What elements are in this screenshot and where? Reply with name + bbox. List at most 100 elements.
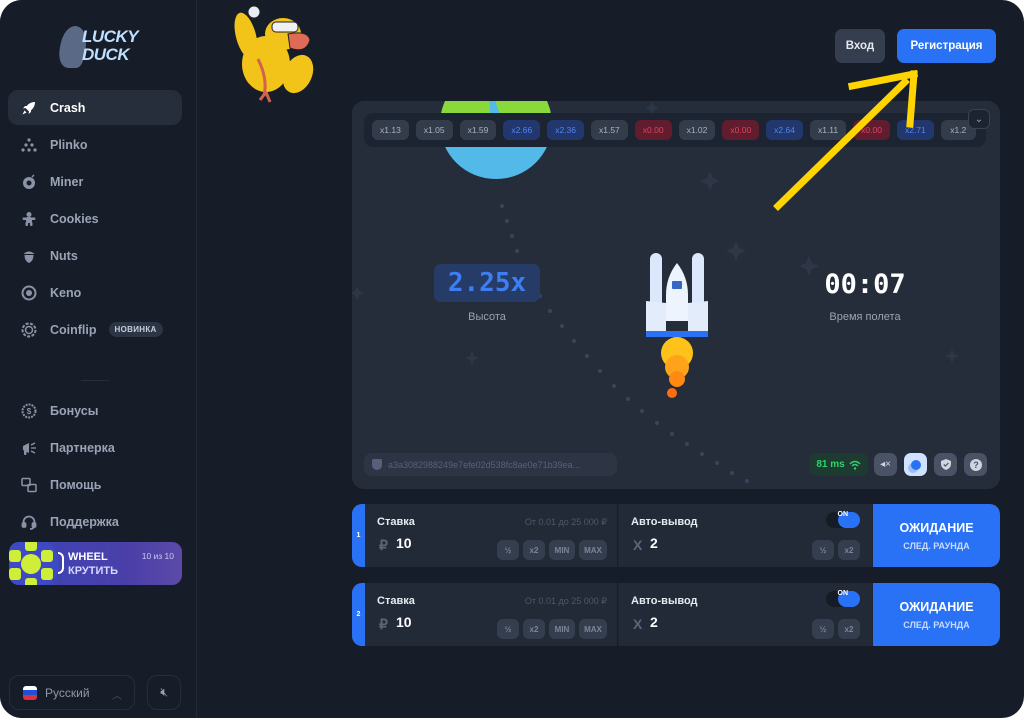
history-multiplier-chip[interactable]: x0.00 [634,120,672,140]
sidebar-item-plinko[interactable]: Plinko [8,127,182,162]
stake-half-button[interactable]: ½ [497,540,519,560]
stake-max-button[interactable]: MAX [579,619,607,639]
stake-label: Ставка [377,595,415,607]
games-nav: Crash Plinko Miner Cookies Nuts Keno Coi… [8,90,182,349]
history-multiplier-chip[interactable]: x1.11 [809,120,847,140]
fairness-button[interactable] [934,453,957,476]
sidebar-item-label: Keno [50,285,82,300]
place-bet-button[interactable]: ОЖИДАНИЕ СЛЕД. РАУНДА [873,583,1000,646]
history-multiplier-chip[interactable]: x2.71 [896,120,934,140]
history-multiplier-chip[interactable]: x1.02 [678,120,716,140]
sidebar-item-bonuses[interactable]: $ Бонусы [8,393,182,428]
expand-history-button[interactable]: ⌄ [968,109,990,129]
language-selector[interactable]: Русский ︿ [9,675,135,710]
sidebar-item-keno[interactable]: Keno [8,275,182,310]
ping-indicator: 81 ms [809,453,868,476]
wheel-action: КРУТИТЬ [68,565,118,577]
stake-min-button[interactable]: MIN [549,619,575,639]
current-multiplier: 2.25x [434,264,540,302]
svg-text:?: ? [973,460,979,470]
history-multiplier-chip[interactable]: x2.36 [547,120,584,140]
sidebar-item-help[interactable]: Помощь [8,467,182,502]
auto-double-button[interactable]: x2 [838,619,860,639]
place-bet-button[interactable]: ОЖИДАНИЕ СЛЕД. РАУНДА [873,504,1000,567]
sidebar-item-partners[interactable]: Партнерка [8,430,182,465]
app-window: LUCKY DUCK Crash Plinko Miner Cookies Nut… [0,0,1024,718]
sidebar-item-label: Nuts [50,248,78,263]
sidebar-item-crash[interactable]: Crash [8,90,182,125]
stake-half-button[interactable]: ½ [497,619,519,639]
fortune-wheel-icon [9,542,59,585]
sidebar-item-label: Партнерка [50,440,115,455]
wheel-spins-count: 10 из 10 [141,551,174,561]
game-sound-button[interactable]: ◂× [874,453,897,476]
toggle-state: ON [837,511,849,518]
auto-cashout-input[interactable]: 2 [650,614,658,630]
auto-cashout-toggle[interactable]: ON [826,590,860,607]
stake-double-button[interactable]: x2 [523,619,545,639]
provably-fair-hash[interactable]: a3a3082988249e7efe02d538fc8ae0e71b39ea..… [364,453,617,476]
coin-icon [20,321,38,339]
shield-icon [372,459,382,470]
multiplier-x-icon: X [633,537,643,553]
sound-toggle-button[interactable]: 🔇︎ [147,675,181,710]
ruble-icon: ₽ [379,616,388,632]
new-badge: НОВИНКА [108,322,163,337]
divider [81,380,109,381]
stake-amount-input[interactable]: 10 [396,535,412,551]
stake-double-button[interactable]: x2 [523,540,545,560]
flight-timer: 00:07 [824,269,906,300]
auto-cashout-toggle[interactable]: ON [826,511,860,528]
history-multiplier-chip[interactable]: x0.00 [853,120,890,140]
animation-toggle-button[interactable] [904,453,927,476]
history-multiplier-chip[interactable]: x2.66 [503,120,541,140]
stake-range: От 0.01 до 25 000 ₽ [524,596,607,606]
sidebar-item-label: Поддержка [50,514,119,529]
lucky-duck-logo[interactable]: LUCKY DUCK [55,24,139,74]
login-button[interactable]: Вход [835,29,885,63]
sidebar-item-support[interactable]: Поддержка [8,504,182,539]
history-multiplier-chip[interactable]: x1.59 [459,120,497,140]
logo-line1: LUCKY [82,27,139,46]
multiplier-label: Высота [468,311,506,323]
history-multiplier-chip[interactable]: x1.57 [590,120,628,140]
bet-slot-tab[interactable]: 1 [352,504,365,567]
stake-section: Ставка От 0.01 до 25 000 ₽ ₽ 10 ½ x2 MIN MA… [365,583,618,646]
help-chat-icon [20,476,38,494]
stake-amount-input[interactable]: 10 [396,614,412,630]
sidebar-item-cookies[interactable]: Cookies [8,201,182,236]
russian-flag-icon [23,685,37,700]
help-button[interactable]: ? [964,453,987,476]
bet-button-subtitle: СЛЕД. РАУНДА [903,540,970,551]
auto-cashout-input[interactable]: 2 [650,535,658,551]
gingerbread-icon [20,210,38,228]
multiplier-x-icon: X [633,616,643,632]
history-multiplier-chip[interactable]: x1.05 [415,120,453,140]
sidebar-item-miner[interactable]: Miner [8,164,182,199]
auto-double-button[interactable]: x2 [838,540,860,560]
keno-ball-icon [20,284,38,302]
stake-min-button[interactable]: MIN [549,540,575,560]
ping-value: 81 ms [816,459,845,470]
auto-cashout-label: Авто-вывод [631,516,698,528]
history-multiplier-chip[interactable]: x0.00 [722,120,760,140]
auto-half-button[interactable]: ½ [812,619,834,639]
history-multiplier-chip[interactable]: x2.64 [766,120,803,140]
bet-slot-tab[interactable]: 2 [352,583,365,646]
history-multiplier-chip[interactable]: x1.13 [372,120,409,140]
auto-half-button[interactable]: ½ [812,540,834,560]
register-button[interactable]: Регистрация [897,29,996,63]
crash-game-area: x1.13 x1.05 x1.59 x2.66 x2.36 x1.57 x0.00 x1.02… [352,101,1000,489]
bet-panel: 1 Ставка От 0.01 до 25 000 ₽ ₽ 10 ½ x2 MIN… [352,504,1000,567]
stake-label: Ставка [377,516,415,528]
wheel-promo-button[interactable]: WHEEL КРУТИТЬ 10 из 10 [9,542,182,585]
animation-icon [910,459,921,470]
ruble-icon: ₽ [379,537,388,553]
duck-mascot-image [234,5,314,103]
stake-max-button[interactable]: MAX [579,540,607,560]
sidebar-item-coinflip[interactable]: Coinflip НОВИНКА [8,312,182,347]
bet-panel: 2 Ставка От 0.01 до 25 000 ₽ ₽ 10 ½ x2 MIN… [352,583,1000,646]
bet-button-title: ОЖИДАНИЕ [899,599,974,614]
toggle-state: ON [837,590,849,597]
sidebar-item-nuts[interactable]: Nuts [8,238,182,273]
